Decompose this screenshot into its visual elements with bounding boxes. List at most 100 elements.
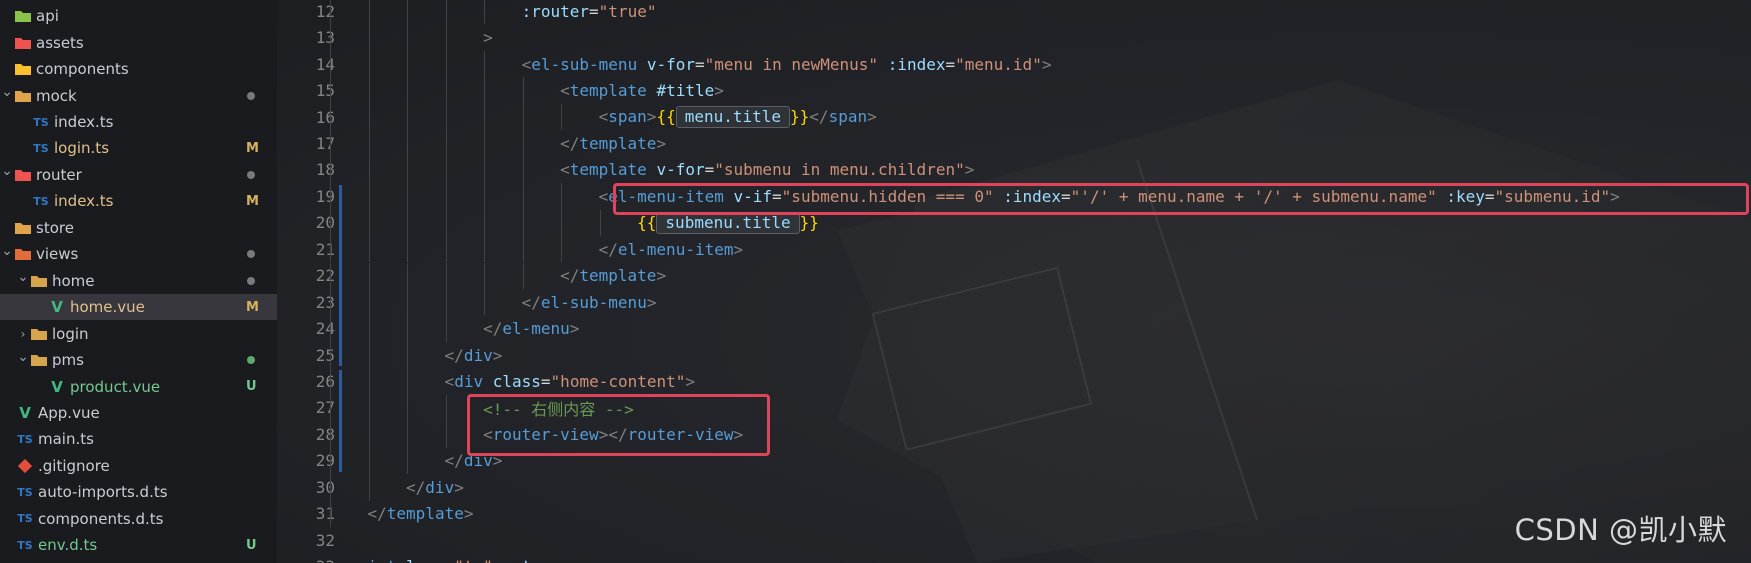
chevron-down-icon[interactable]: ⌄ <box>0 84 14 100</box>
indent-guide <box>484 262 486 289</box>
line-number: 31 <box>315 504 335 524</box>
explorer-item-login-ts[interactable]: TS login.ts M <box>0 135 277 161</box>
git-change-gutter-marker[interactable] <box>339 370 342 473</box>
code-line[interactable]: 13 > <box>277 24 1751 51</box>
code-text: <script lang="ts" setup> <box>329 557 560 563</box>
code-token: </ <box>809 107 829 127</box>
indent-guide <box>330 341 331 369</box>
line-number: 24 <box>315 319 335 339</box>
explorer-item-product-vue[interactable]: Vproduct.vue U <box>0 373 277 399</box>
indent-guide <box>407 236 409 263</box>
code-line[interactable]: 17 </template> <box>277 130 1751 157</box>
code-token: = <box>445 557 455 563</box>
code-line[interactable]: 16 <span>{{menu.title}}</span> <box>277 103 1751 131</box>
indent-guide <box>522 236 524 263</box>
explorer-item-home[interactable]: ⌄ home <box>0 268 277 294</box>
chevron-down-icon[interactable]: ⌄ <box>0 243 14 259</box>
code-token: > <box>656 266 667 286</box>
explorer-item-home-vue[interactable]: Vhome.vue M <box>0 293 277 321</box>
indent-guide <box>561 183 563 210</box>
line-number: 23 <box>315 292 335 312</box>
code-line[interactable]: 18 <template v-for="submenu in menu.child… <box>277 156 1751 184</box>
git-status-badge: U <box>246 379 257 395</box>
code-line[interactable]: 23 </el-sub-menu> <box>277 288 1751 316</box>
line-number: 18 <box>315 160 335 180</box>
indent-guide <box>330 209 331 237</box>
code-token: > <box>569 319 580 339</box>
code-token: > <box>551 557 561 563</box>
code-token: }} <box>799 212 819 232</box>
indent-guide <box>407 394 409 422</box>
folder-store-icon <box>14 220 32 236</box>
line-number: 25 <box>315 345 335 365</box>
indent-guide <box>484 103 486 131</box>
chevron-down-icon[interactable]: ⌄ <box>0 163 14 179</box>
indent-guide <box>330 394 331 422</box>
code-token: "home-content" <box>550 372 686 392</box>
indent-guide <box>484 0 486 25</box>
code-token: :router <box>521 1 590 21</box>
explorer-item-login[interactable]: › login <box>0 320 277 346</box>
explorer-item-gitignore[interactable]: .gitignore <box>0 453 277 479</box>
code-text: <template v-for="submenu in menu.childre… <box>560 160 974 179</box>
explorer-item-index-ts[interactable]: TS index.ts <box>0 109 277 135</box>
explorer-item-store[interactable]: store <box>0 215 277 241</box>
explorer-item-label: views <box>36 245 79 264</box>
git-change-gutter-marker[interactable] <box>339 185 342 367</box>
explorer-item-label: router <box>36 165 82 184</box>
explorer-item-api[interactable]: api <box>0 3 277 29</box>
code-line[interactable]: 21 </el-menu-item> <box>277 236 1751 263</box>
indent-guide <box>330 130 331 157</box>
code-token: > <box>656 133 667 153</box>
code-line[interactable]: 25 </div> <box>277 341 1751 369</box>
explorer-item-auto-imports-d-ts[interactable]: TS auto-imports.d.ts <box>0 479 277 505</box>
code-line[interactable]: 33<script lang="ts" setup> <box>277 553 1751 563</box>
explorer-item-app-vue[interactable]: V App.vue <box>0 400 277 426</box>
explorer-item-views[interactable]: ⌄ views <box>0 241 277 267</box>
explorer-item-label: login.ts <box>54 139 110 158</box>
explorer-item-components[interactable]: components <box>0 56 277 82</box>
indent-guide <box>330 368 331 395</box>
chevron-right-icon[interactable]: › <box>16 327 30 341</box>
code-line[interactable]: 14 <el-sub-menu v-for="menu in newMenus" … <box>277 50 1751 78</box>
git-status-badge: M <box>246 140 259 156</box>
code-token: {{ <box>656 107 676 127</box>
code-line[interactable]: 15 <template #title> <box>277 77 1751 104</box>
code-line[interactable]: 24 </el-menu> <box>277 315 1751 342</box>
vscode-window: api assets components ⌄ mock TS index.ts TS logi… <box>0 0 1751 563</box>
indent-guide <box>407 341 409 369</box>
indent-guide <box>407 447 409 475</box>
indent-guide <box>368 0 370 25</box>
explorer-item-router[interactable]: ⌄ router <box>0 162 277 188</box>
explorer-item-components-d-ts[interactable]: TS components.d.ts <box>0 506 277 532</box>
ts-file-icon: TS <box>17 432 33 446</box>
code-token: < <box>329 557 339 563</box>
code-token: </ <box>598 239 618 259</box>
explorer-item-index-ts[interactable]: TS index.ts M <box>0 188 277 214</box>
indent-guide <box>445 50 447 78</box>
explorer-item-env-d-ts[interactable]: TS env.d.ts U <box>0 532 277 558</box>
git-status-dot <box>247 356 255 365</box>
indent-guide <box>368 474 370 501</box>
code-line[interactable]: 22 </template> <box>277 262 1751 289</box>
line-number: 27 <box>315 398 335 418</box>
indent-guide <box>407 130 409 157</box>
explorer-item-main-ts[interactable]: TS main.ts <box>0 426 277 452</box>
code-editor[interactable]: 12:router="true" 13 >14 <el-sub-menu v-for=… <box>277 0 1751 563</box>
code-token: span <box>608 107 647 127</box>
code-token: </ <box>444 451 464 471</box>
explorer-item-assets[interactable]: assets <box>0 29 277 55</box>
code-token: div <box>454 372 484 392</box>
chevron-down-icon[interactable]: ⌄ <box>16 349 30 365</box>
explorer-item-mock[interactable]: ⌄ mock <box>0 82 277 108</box>
line-number: 17 <box>315 133 335 153</box>
code-line[interactable]: 26 <div class="home-content"> <box>277 368 1751 395</box>
indent-guide <box>522 183 524 210</box>
explorer-item-pms[interactable]: ⌄ pms <box>0 347 277 373</box>
code-line[interactable]: 30 </div> <box>277 474 1751 501</box>
chevron-down-icon[interactable]: ⌄ <box>16 269 30 285</box>
explorer-item-label: index.ts <box>54 113 114 132</box>
code-line[interactable]: 12:router="true" <box>277 0 1751 25</box>
indent-guide <box>445 24 447 51</box>
